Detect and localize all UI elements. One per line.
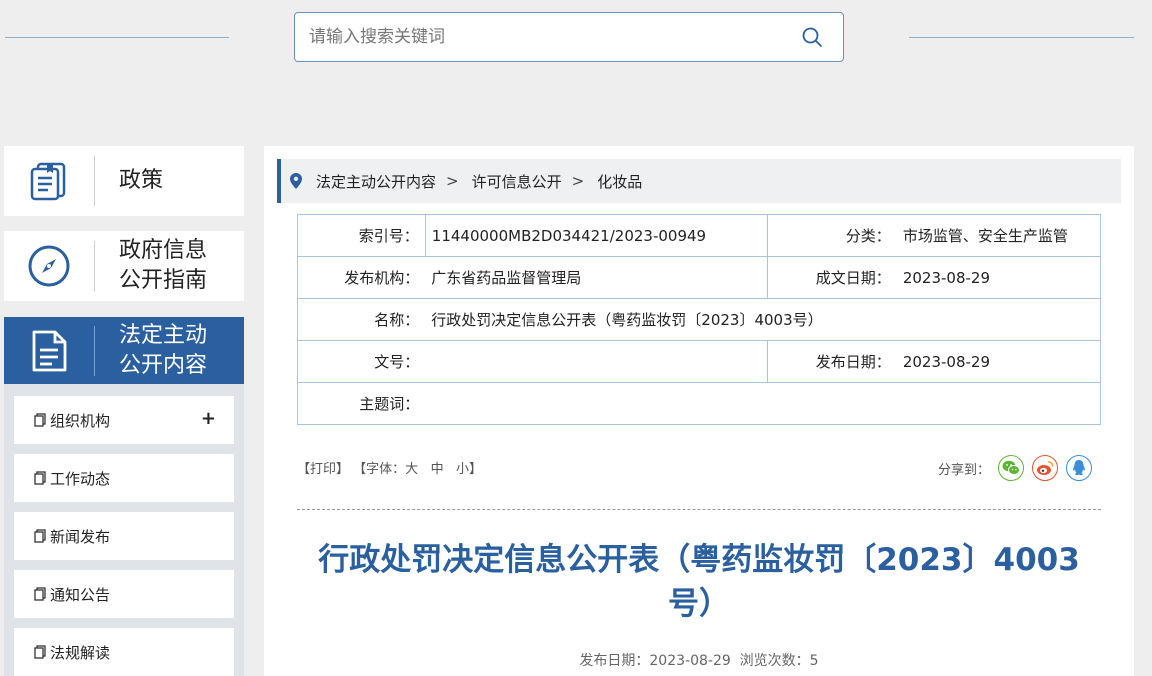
nav-item-label: 政策: [119, 168, 164, 193]
subject-words: [425, 382, 1102, 425]
meta-label: 发布机构：: [297, 256, 426, 299]
sub-nav-item-organization[interactable]: 组织机构 +: [14, 396, 234, 444]
search-icon[interactable]: [801, 26, 823, 48]
views-count: 5: [809, 653, 819, 669]
meta-row: 主题词：: [297, 382, 1102, 425]
wechat-icon: [1002, 460, 1020, 475]
article-tools: 【打印】 【字体：大 中 小】: [297, 458, 482, 477]
sub-nav-item-notice[interactable]: 通知公告: [14, 570, 234, 618]
meta-label: 发布日期：: [766, 340, 897, 383]
file-icon: [34, 413, 46, 427]
breadcrumb: 法定主动公开内容 > 许可信息公开 > 化妆品: [277, 159, 1121, 203]
print-button[interactable]: 【打印】: [297, 462, 349, 477]
share-bar: 分享到：: [938, 455, 1092, 481]
article-title: 行政处罚决定信息公开表（粤药监妆罚〔2023〕4003号）: [318, 542, 1080, 622]
sub-nav-label: 通知公告: [50, 585, 111, 604]
document-icon: [32, 330, 67, 371]
file-icon: [34, 645, 46, 659]
qq-share-icon[interactable]: [1066, 455, 1092, 481]
font-medium-button[interactable]: 中: [431, 462, 444, 477]
meta-row: 发布机构： 广东省药品监督管理局 成文日期： 2023-08-29: [297, 256, 1101, 299]
publish-date-value: 2023-08-29: [649, 653, 731, 669]
weibo-icon: [1037, 461, 1054, 475]
meta-label: 索引号：: [297, 214, 426, 257]
meta-label: 文号：: [297, 340, 426, 383]
publish-date: 2023-08-29: [896, 340, 1101, 383]
views-label: 浏览次数：: [739, 653, 810, 669]
sub-nav-label: 新闻发布: [50, 527, 111, 546]
nav-item-disclosure-guide[interactable]: 政府信息 公开指南: [4, 231, 244, 301]
wechat-share-icon[interactable]: [998, 455, 1024, 481]
meta-row: 名称： 行政处罚决定信息公开表（粤药监妆罚〔2023〕4003号）: [297, 298, 1102, 341]
share-label: 分享到：: [937, 462, 990, 478]
divider: [297, 509, 1101, 510]
meta-label: 分类：: [766, 214, 897, 257]
nav-item-policy[interactable]: 政策: [4, 146, 244, 216]
document-meta-table: 索引号： 11440000MB2D034421/2023-00949 分类： 市…: [297, 214, 1102, 425]
main-content: 法定主动公开内容 > 许可信息公开 > 化妆品 索引号： 11440000MB2…: [264, 146, 1134, 676]
expand-icon[interactable]: +: [201, 408, 216, 429]
font-size-suffix: 】: [469, 462, 483, 477]
file-icon: [34, 529, 46, 543]
meta-label: 主题词：: [297, 382, 426, 425]
file-icon: [34, 587, 46, 601]
nav-item-label: 政府信息 公开指南: [119, 238, 208, 293]
breadcrumb-link[interactable]: 化妆品: [597, 171, 642, 192]
chevron-right-icon: >: [446, 172, 459, 190]
document-number: [425, 340, 768, 383]
decor-line-left: [5, 37, 229, 38]
breadcrumb-link[interactable]: 法定主动公开内容: [316, 171, 436, 192]
category-value: 市场监管、安全生产监管: [896, 214, 1101, 257]
article-info: 发布日期：2023-08-29 浏览次数：5: [297, 650, 1101, 670]
decor-line-right: [909, 37, 1134, 38]
index-number: 11440000MB2D034421/2023-00949: [424, 214, 768, 257]
sub-nav-panel: 组织机构 + 工作动态 新闻发布 通知公告 法规解读: [4, 384, 244, 676]
created-date: 2023-08-29: [896, 256, 1101, 299]
meta-row: 文号： 发布日期： 2023-08-29: [297, 340, 1101, 383]
location-pin-icon: [290, 173, 302, 189]
search-input[interactable]: [309, 13, 779, 61]
publish-label: 发布日期：: [579, 653, 650, 669]
sub-nav-item-regulation-interpretation[interactable]: 法规解读: [14, 628, 234, 676]
meta-label: 成文日期：: [766, 256, 897, 299]
nav-item-statutory-content[interactable]: 法定主动 公开内容: [4, 317, 244, 384]
search-box: [294, 12, 844, 62]
sub-nav-item-press-release[interactable]: 新闻发布: [14, 512, 234, 560]
chevron-right-icon: >: [571, 172, 585, 190]
weibo-share-icon[interactable]: [1032, 455, 1058, 481]
sub-nav-label: 法规解读: [50, 643, 111, 662]
sub-nav-item-work-news[interactable]: 工作动态: [14, 454, 234, 502]
font-size-prefix: 【字体：: [353, 462, 406, 477]
meta-row: 索引号： 11440000MB2D034421/2023-00949 分类： 市…: [297, 214, 1101, 257]
nav-item-label: 法定主动 公开内容: [119, 322, 208, 378]
document-name: 行政处罚决定信息公开表（粤药监妆罚〔2023〕4003号）: [425, 298, 1102, 341]
publisher-value: 广东省药品监督管理局: [425, 256, 768, 299]
book-icon: [30, 162, 66, 201]
compass-icon: [28, 245, 70, 287]
font-small-button[interactable]: 小: [456, 462, 469, 477]
font-large-button[interactable]: 大: [405, 462, 418, 477]
meta-label: 名称：: [297, 298, 426, 341]
sub-nav-label: 组织机构: [50, 411, 111, 430]
qq-icon: [1073, 460, 1085, 476]
file-icon: [34, 471, 46, 485]
sub-nav-label: 工作动态: [50, 469, 111, 488]
breadcrumb-link[interactable]: 许可信息公开: [472, 171, 562, 192]
